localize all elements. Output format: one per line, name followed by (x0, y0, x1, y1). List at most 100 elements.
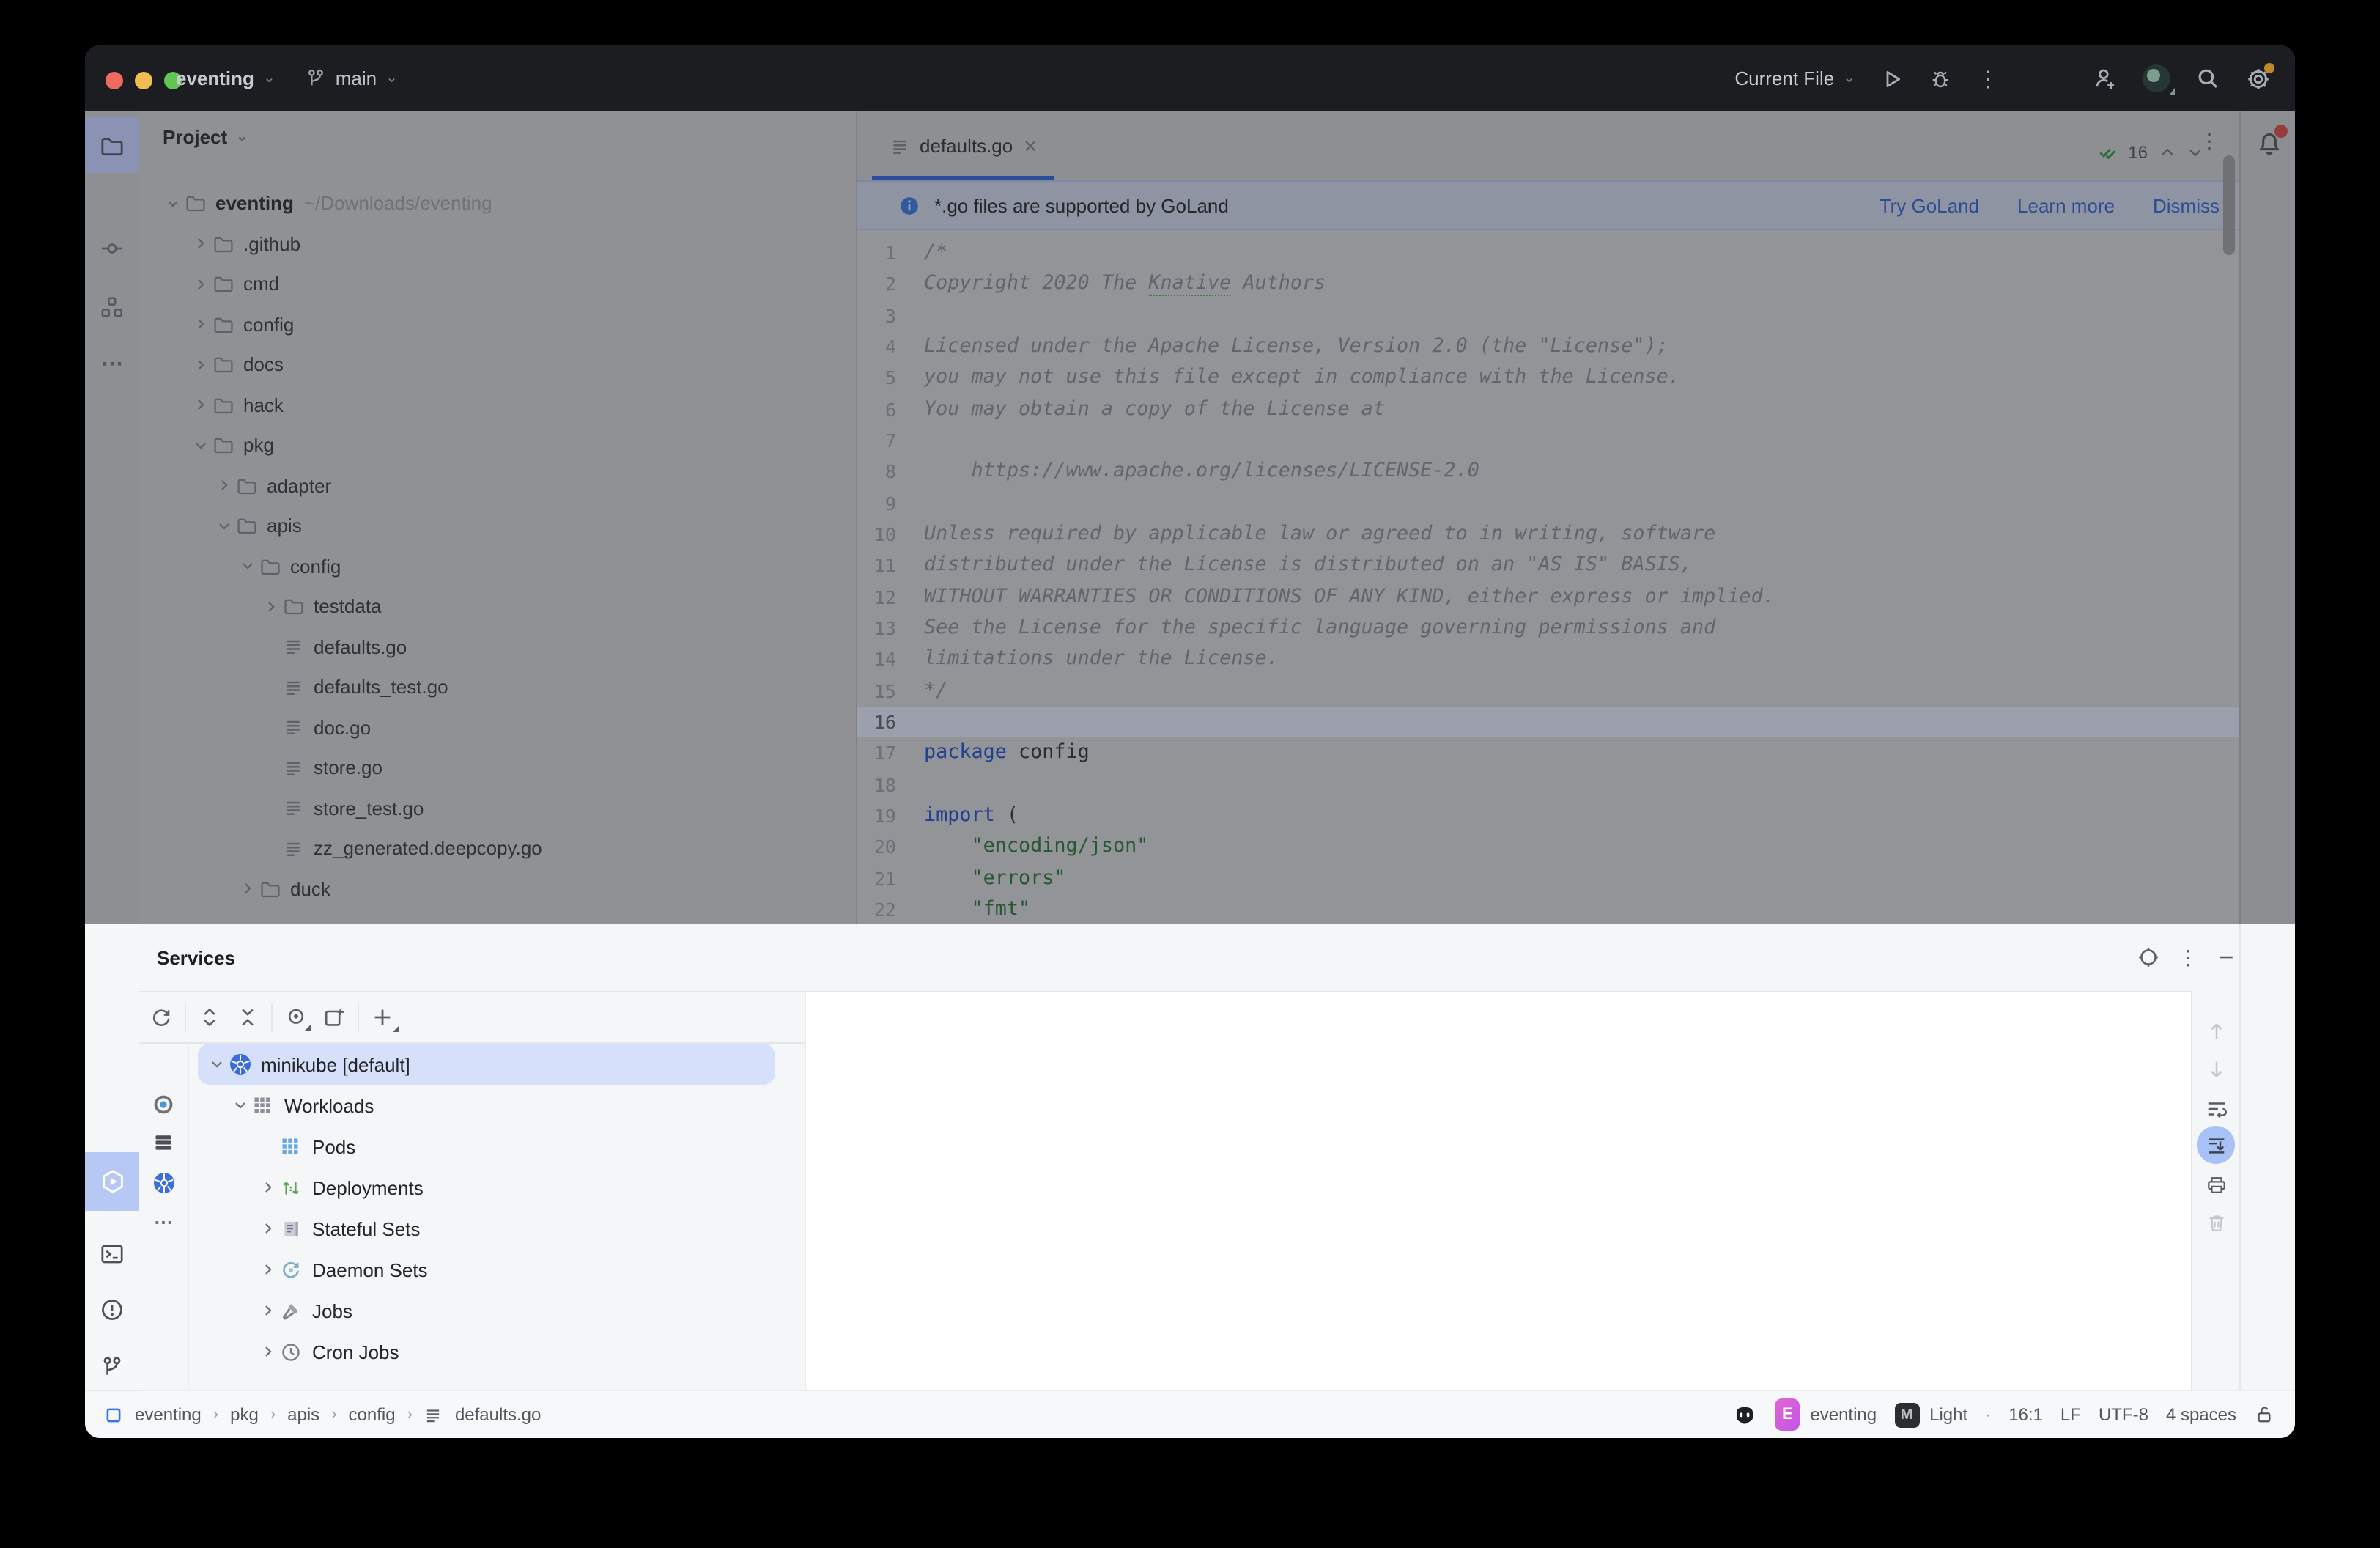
chevron-right-icon[interactable] (259, 1179, 277, 1196)
run-configuration-selector[interactable]: Current File⌄ (1734, 67, 1855, 89)
try-goland-link[interactable]: Try GoLand (1880, 194, 1979, 216)
project-tree-item[interactable]: cmd (139, 264, 856, 304)
branch-selector[interactable]: main (336, 67, 377, 89)
services-tree-item-jobs[interactable]: Jobs (198, 1290, 775, 1331)
next-problem-button[interactable] (2186, 144, 2203, 161)
open-in-new-tab-icon[interactable] (322, 1006, 346, 1029)
move-up-icon[interactable] (2192, 1011, 2239, 1050)
chevron-right-icon[interactable] (215, 477, 236, 495)
chevron-down-icon[interactable] (239, 558, 259, 575)
close-icon[interactable]: ✕ (1023, 136, 1038, 156)
project-tree-item[interactable]: store.go (139, 748, 856, 788)
services-tree-item-minikube-default-[interactable]: minikube [default] (198, 1044, 775, 1085)
services-tree-item-cron-jobs[interactable]: Cron Jobs (198, 1331, 775, 1372)
project-tree-item[interactable]: testdata (139, 586, 856, 627)
chevron-right-icon[interactable] (192, 397, 212, 414)
sidebar-item-commit[interactable] (85, 220, 139, 276)
editor-scrollbar[interactable] (2222, 155, 2234, 255)
learn-more-link[interactable]: Learn more (2017, 194, 2115, 216)
project-tree-item[interactable]: defaults_test.go (139, 667, 856, 707)
soft-wrap-icon[interactable] (2192, 1089, 2239, 1127)
project-tree-item[interactable]: store_test.go (139, 788, 856, 828)
notifications-bell-icon[interactable] (2255, 129, 2283, 157)
breadcrumb-item[interactable]: eventing (135, 1404, 202, 1425)
lock-icon[interactable] (2254, 1404, 2274, 1425)
add-user-button[interactable] (2093, 66, 2118, 91)
code-editor[interactable]: 1/*2Copyright 2020 The Knative Authors34… (857, 232, 2239, 924)
project-tree-item[interactable]: adapter (139, 465, 856, 506)
indent-setting[interactable]: 4 spaces (2166, 1404, 2236, 1425)
inspections-widget[interactable]: 16 (2097, 142, 2203, 163)
breadcrumb-item[interactable]: config (349, 1404, 396, 1425)
chevron-right-icon[interactable] (192, 235, 212, 253)
chevron-down-icon[interactable] (164, 195, 185, 213)
close-window-button[interactable] (106, 72, 123, 89)
chevron-down-icon[interactable]: ⌄ (236, 129, 248, 145)
sidebar-item-terminal[interactable] (85, 1226, 139, 1281)
chevron-right-icon[interactable] (192, 356, 212, 374)
expand-all-icon[interactable] (198, 1006, 221, 1029)
refresh-icon[interactable] (149, 1006, 173, 1029)
services-tree-item-pods[interactable]: Pods (198, 1126, 775, 1167)
run-dashboard-icon[interactable] (139, 1086, 188, 1121)
sidebar-item-git[interactable] (85, 1338, 139, 1394)
run-button[interactable] (1880, 67, 1904, 90)
search-everywhere-button[interactable] (2195, 66, 2220, 91)
chevron-right-icon[interactable] (259, 1220, 277, 1237)
chevron-down-icon[interactable] (232, 1096, 249, 1114)
project-tree-item[interactable]: pkg (139, 425, 856, 465)
chevron-right-icon[interactable] (239, 880, 259, 898)
print-icon[interactable] (2192, 1165, 2239, 1204)
settings-button[interactable] (2245, 65, 2272, 92)
project-tree-item[interactable]: hack (139, 385, 856, 425)
project-selector[interactable]: eventing (176, 67, 254, 89)
chevron-down-icon[interactable] (215, 517, 236, 535)
scroll-to-source-icon[interactable] (2137, 946, 2160, 969)
file-encoding[interactable]: UTF-8 (2099, 1404, 2148, 1425)
services-tree-item-daemon-sets[interactable]: Daemon Sets (198, 1249, 775, 1290)
sidebar-item-services[interactable] (85, 1152, 139, 1211)
chevron-right-icon[interactable] (259, 1343, 277, 1360)
chevron-right-icon[interactable] (262, 598, 283, 616)
servers-icon[interactable] (139, 1124, 188, 1160)
panel-options-button[interactable]: ⋮ (2178, 945, 2198, 970)
prev-problem-button[interactable] (2158, 144, 2176, 161)
move-down-icon[interactable] (2192, 1050, 2239, 1088)
breadcrumb-item[interactable]: defaults.go (455, 1404, 541, 1425)
project-tree-item[interactable]: zz_generated.deepcopy.go (139, 828, 856, 869)
services-tree-item-workloads[interactable]: Workloads (198, 1085, 775, 1126)
breadcrumb-item[interactable]: apis (287, 1404, 319, 1425)
project-tree-item[interactable]: config (139, 304, 856, 344)
strip-more-button[interactable]: ⋯ (139, 1205, 188, 1240)
sidebar-item-project[interactable] (85, 117, 139, 173)
services-tree-item-stateful-sets[interactable]: Stateful Sets (198, 1208, 775, 1249)
project-tree-item[interactable]: docs (139, 344, 856, 385)
add-service-button[interactable] (371, 1006, 394, 1029)
chevron-right-icon[interactable] (192, 276, 212, 293)
kubernetes-icon[interactable] (139, 1165, 188, 1201)
sidebar-more-button[interactable]: ⋯ (85, 336, 139, 391)
project-tree-item[interactable]: defaults.go (139, 627, 856, 667)
project-tree-item[interactable]: eventing~/Downloads/eventing (139, 183, 856, 224)
scroll-to-end-icon[interactable] (2192, 1126, 2239, 1164)
debug-button[interactable] (1929, 67, 1952, 90)
more-actions-button[interactable]: ⋮ (1977, 65, 1999, 92)
chevron-down-icon[interactable] (208, 1055, 226, 1073)
hide-panel-button[interactable] (2216, 947, 2236, 968)
view-options-icon[interactable] (284, 1006, 308, 1029)
caret-position[interactable]: 16:1 (2008, 1404, 2043, 1425)
line-ending[interactable]: LF (2061, 1404, 2081, 1425)
project-tree-item[interactable]: duck (139, 869, 856, 909)
environment-widget[interactable]: E eventing (1775, 1398, 1877, 1431)
clear-icon[interactable] (2192, 1204, 2239, 1242)
sidebar-item-problems[interactable] (85, 1281, 139, 1337)
sidebar-item-structure[interactable] (85, 279, 139, 334)
breadcrumb-item[interactable]: pkg (230, 1404, 259, 1425)
copilot-icon[interactable] (1732, 1402, 1757, 1427)
avatar[interactable] (2143, 64, 2170, 92)
project-tree-item[interactable]: .github (139, 224, 856, 264)
project-tree-item[interactable]: config (139, 546, 856, 586)
services-tree-item-deployments[interactable]: Deployments (198, 1167, 775, 1208)
minimize-window-button[interactable] (135, 72, 152, 89)
project-tree-item[interactable]: apis (139, 506, 856, 546)
